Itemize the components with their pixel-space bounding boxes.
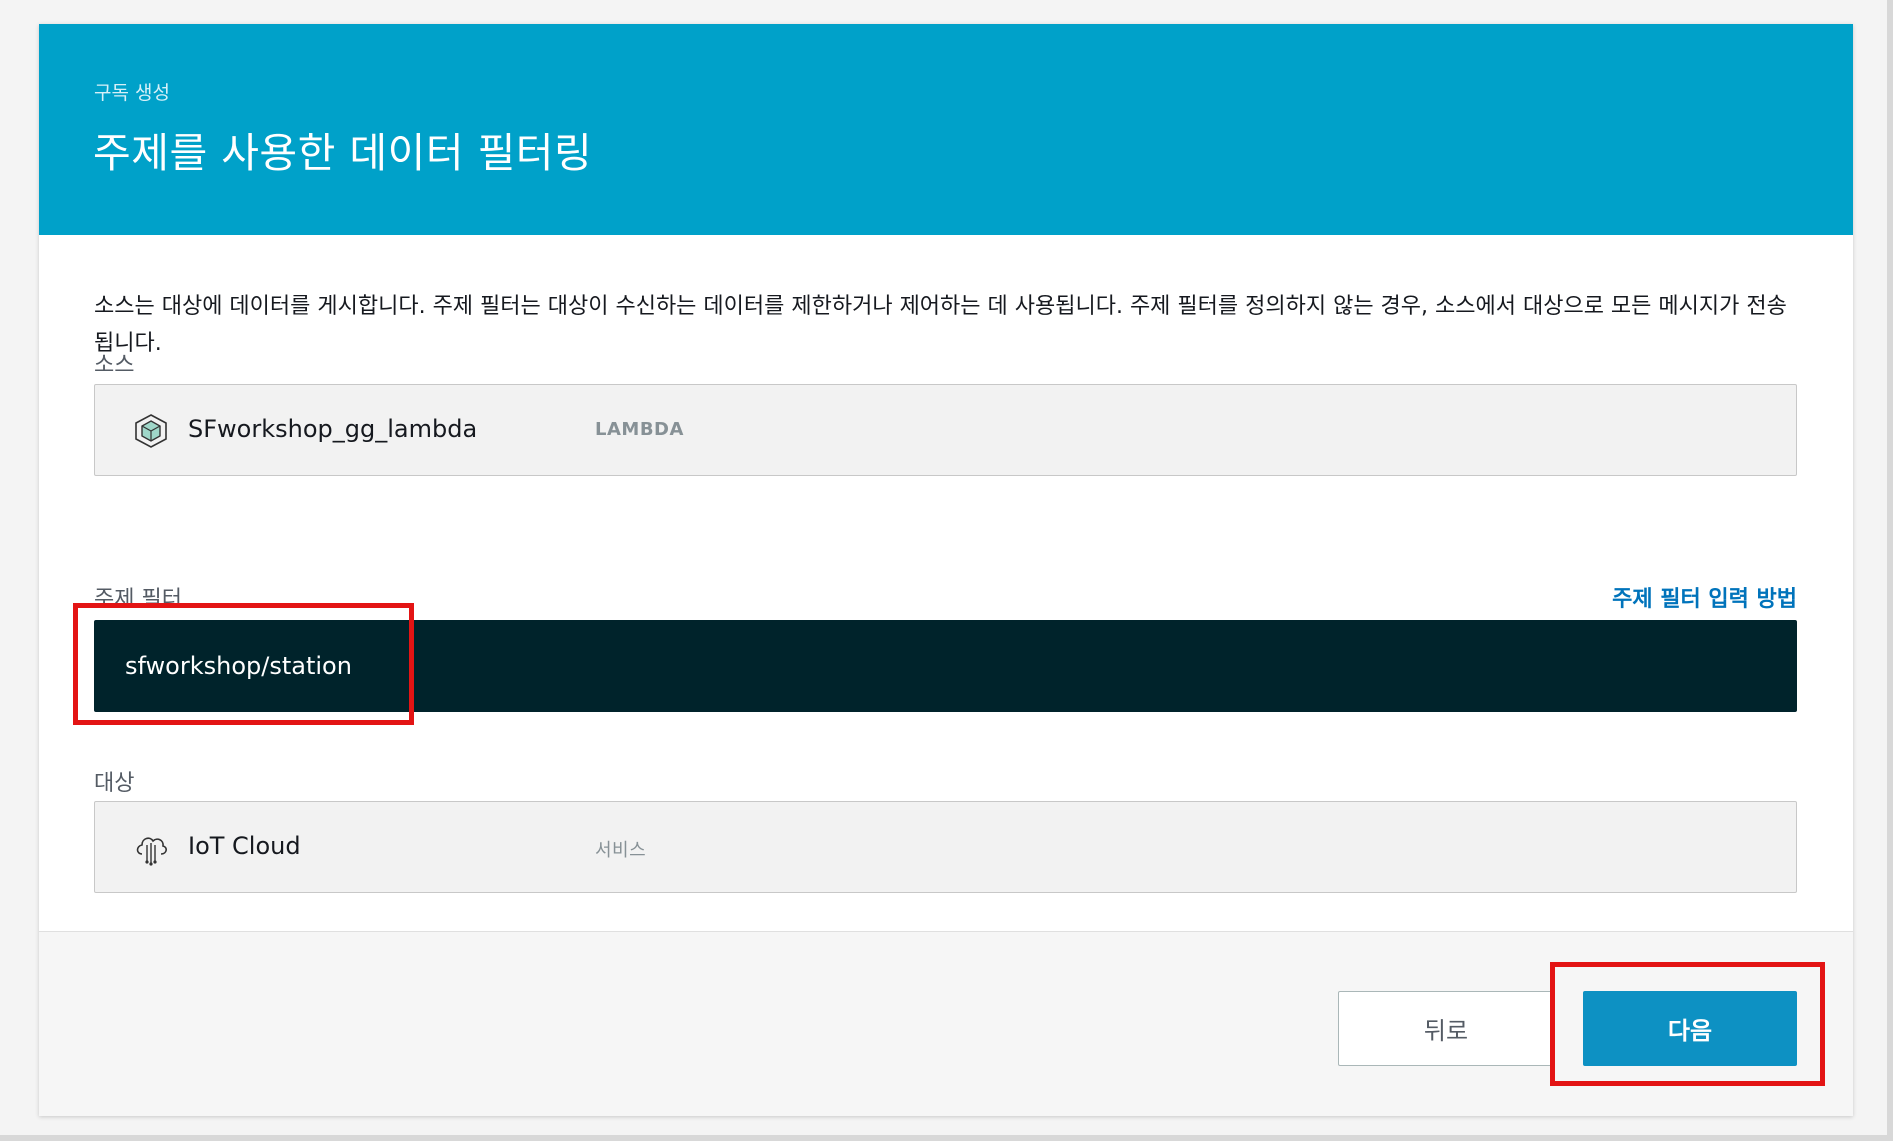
source-label: 소스 bbox=[94, 353, 135, 378]
source-field: SFworkshop_gg_lambda LAMBDA bbox=[94, 384, 1797, 476]
target-field: IoT Cloud 서비스 bbox=[94, 801, 1797, 893]
source-type: LAMBDA bbox=[595, 419, 684, 440]
page-header: 구독 생성 주제를 사용한 데이터 필터링 bbox=[39, 24, 1853, 235]
wizard-card: 구독 생성 주제를 사용한 데이터 필터링 소스는 대상에 데이터를 게시합니다… bbox=[39, 24, 1853, 1116]
target-type: 서비스 bbox=[595, 840, 647, 861]
page-title: 주제를 사용한 데이터 필터링 bbox=[93, 129, 593, 177]
iot-cloud-icon bbox=[136, 837, 167, 866]
topic-filter-label: 주제 필터 bbox=[94, 587, 182, 612]
wizard-footer: 뒤로 다음 bbox=[39, 931, 1853, 1116]
description-text: 소스는 대상에 데이터를 게시합니다. 주제 필터는 대상이 수신하는 데이터를… bbox=[94, 294, 1787, 356]
topic-filter-input[interactable] bbox=[94, 620, 1797, 712]
target-label: 대상 bbox=[94, 771, 135, 796]
screenshot-frame: 구독 생성 주제를 사용한 데이터 필터링 소스는 대상에 데이터를 게시합니다… bbox=[0, 0, 1893, 1141]
breadcrumb: 구독 생성 bbox=[94, 82, 170, 104]
next-button[interactable]: 다음 bbox=[1583, 991, 1797, 1066]
target-name: IoT Cloud bbox=[188, 832, 301, 860]
back-button[interactable]: 뒤로 bbox=[1338, 991, 1554, 1066]
source-name: SFworkshop_gg_lambda bbox=[188, 415, 478, 443]
lambda-cube-icon bbox=[135, 414, 167, 448]
topic-filter-help-link[interactable]: 주제 필터 입력 방법 bbox=[1612, 581, 1797, 613]
